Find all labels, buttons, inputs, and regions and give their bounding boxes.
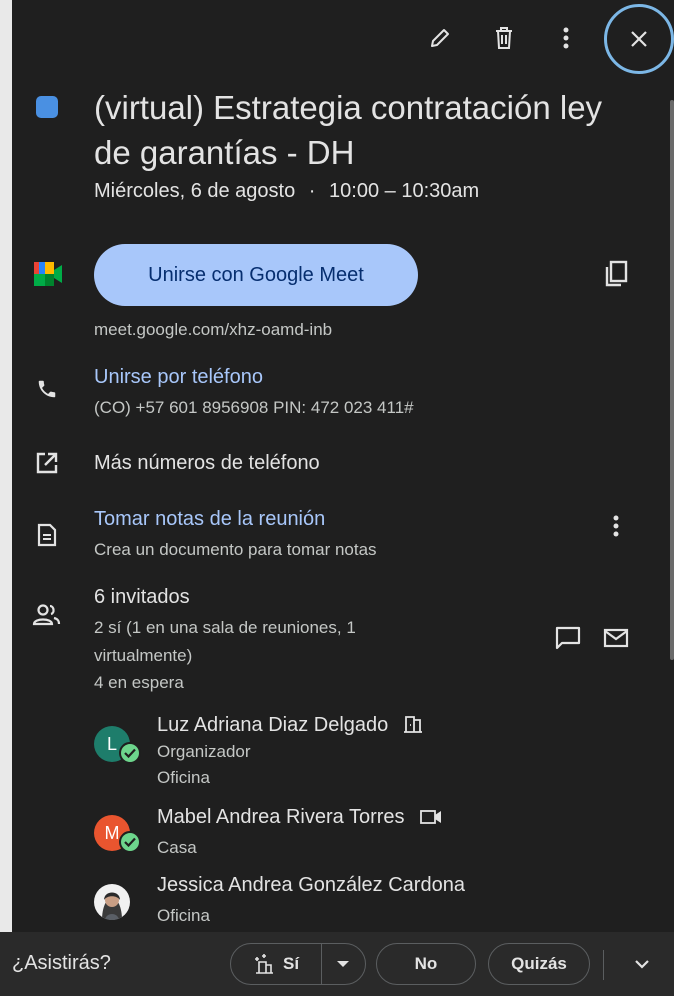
event-date: Miércoles, 6 de agosto <box>94 180 296 202</box>
guest-count: 6 invitados <box>94 586 190 608</box>
date-separator: · <box>308 180 316 202</box>
rsvp-no-button[interactable]: No <box>376 943 476 985</box>
chevron-down-icon <box>635 960 649 969</box>
join-by-phone-link[interactable]: Unirse por teléfono <box>94 366 263 389</box>
guest-yes-summary: 2 sí (1 en una sala de reuniones, 1 <box>94 618 356 637</box>
guest-avatar: M <box>94 815 144 865</box>
delete-icon[interactable] <box>486 20 522 56</box>
event-title-continued: de garantías - DH <box>94 134 355 171</box>
phone-icon <box>36 378 58 400</box>
edit-icon[interactable] <box>422 20 458 56</box>
accepted-check-icon <box>119 831 141 853</box>
divider <box>603 950 604 980</box>
guest-photo-avatar <box>94 884 130 920</box>
guest-name[interactable]: Jessica Andrea González Cardona <box>157 874 465 897</box>
event-color-swatch <box>36 96 58 118</box>
caret-down-icon <box>337 961 350 967</box>
take-notes-link[interactable]: Tomar notas de la reunión <box>94 508 325 531</box>
guest-yes-summary-continued: virtualmente) <box>94 646 193 665</box>
chat-icon[interactable] <box>550 620 586 656</box>
open-external-icon <box>36 452 58 474</box>
rsvp-yes-label: Sí <box>283 954 300 973</box>
event-title: (virtual) Estrategia contratación ley <box>94 89 603 126</box>
email-icon[interactable] <box>598 620 634 656</box>
guest-role: Organizador <box>157 742 251 761</box>
meet-url[interactable]: meet.google.com/xhz-oamd-inb <box>94 320 332 340</box>
rsvp-yes-group: Sí <box>230 943 366 985</box>
google-meet-icon <box>34 262 62 286</box>
guest-location: Oficina <box>157 768 210 787</box>
guest-name[interactable]: Luz Adriana Diaz Delgado <box>157 714 422 737</box>
guest-name[interactable]: Mabel Andrea Rivera Torres <box>157 806 442 829</box>
more-phone-numbers-link[interactable]: Más números de teléfono <box>94 452 320 475</box>
guest-name-text: Luz Adriana Diaz Delgado <box>157 714 389 736</box>
document-icon <box>37 523 57 547</box>
rsvp-question: ¿Asistirás? <box>12 952 111 974</box>
event-datetime: Miércoles, 6 de agosto · 10:00 – 10:30am <box>94 180 479 203</box>
guest-avatar: L <box>94 726 144 776</box>
close-icon <box>631 31 647 47</box>
guest-waiting-summary: 4 en espera <box>94 673 184 692</box>
take-notes-description: Crea un documento para tomar notas <box>94 540 377 559</box>
scrollbar[interactable] <box>670 100 674 660</box>
guest-location: Oficina <box>157 906 210 925</box>
close-button[interactable] <box>604 4 674 74</box>
rsvp-maybe-button[interactable]: Quizás <box>488 943 590 985</box>
accepted-check-icon <box>119 742 141 764</box>
video-call-icon <box>420 810 442 824</box>
notes-options-icon[interactable] <box>598 508 634 544</box>
rsvp-bar: ¿Asistirás? Sí No Quizás <box>0 932 674 996</box>
meeting-room-icon <box>403 716 422 733</box>
guest-name-text: Mabel Andrea Rivera Torres <box>157 806 405 828</box>
guests-icon <box>32 604 62 626</box>
event-details-panel: (virtual) Estrategia contratación ley de… <box>12 0 674 996</box>
join-meet-button[interactable]: Unirse con Google Meet <box>94 244 418 306</box>
guest-location: Casa <box>157 838 197 857</box>
copy-icon[interactable] <box>598 256 634 292</box>
rsvp-yes-button[interactable]: Sí <box>231 953 315 975</box>
more-options-icon[interactable] <box>548 20 584 56</box>
event-time: 10:00 – 10:30am <box>329 180 480 202</box>
rsvp-yes-dropdown[interactable] <box>322 944 365 984</box>
expand-rsvp-button[interactable] <box>624 946 660 982</box>
phone-details: (CO) +57 601 8956908 PIN: 472 023 411# <box>94 398 414 417</box>
meeting-room-sparkle-icon <box>255 954 273 974</box>
